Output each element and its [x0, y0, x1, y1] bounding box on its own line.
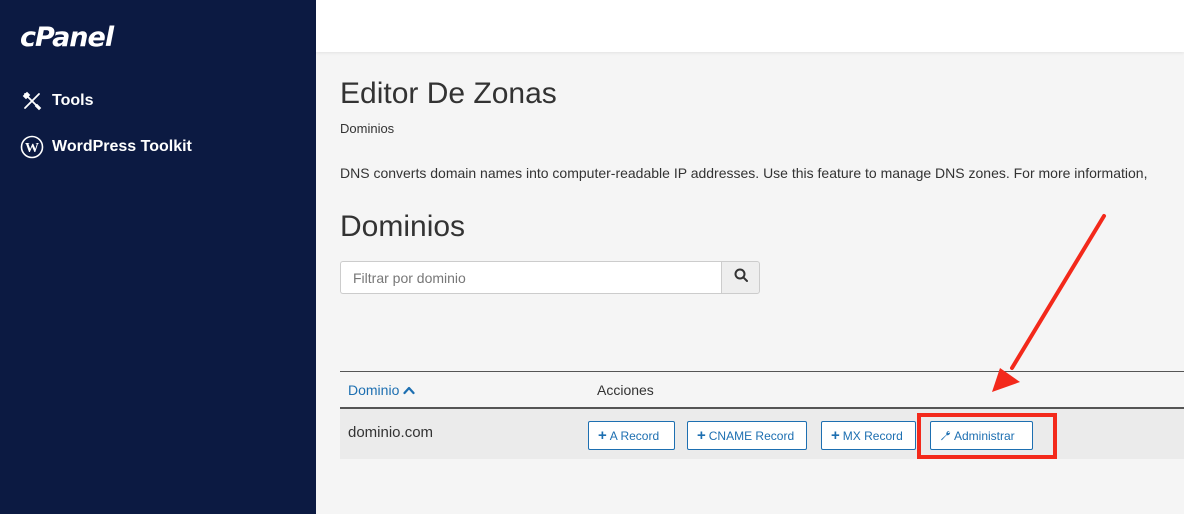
sidebar-item-label: WordPress Toolkit — [52, 138, 192, 155]
plus-icon: + — [598, 427, 607, 444]
domain-column-header[interactable]: Dominio — [348, 382, 415, 398]
wordpress-icon: W — [20, 135, 44, 159]
domain-name: dominio.com — [348, 424, 434, 441]
button-label: Administrar — [954, 428, 1015, 443]
search-button[interactable] — [721, 261, 760, 294]
domain-filter — [340, 261, 760, 294]
search-icon — [734, 268, 748, 287]
button-label: MX Record — [842, 428, 903, 443]
table-row: dominio.com + A Record + CNAME Record + … — [340, 409, 1184, 459]
sort-ascending-icon — [403, 386, 415, 395]
sidebar: cPanel Tools W WordPress Toolkit — [0, 0, 316, 514]
svg-text:W: W — [25, 141, 39, 156]
plus-icon: + — [697, 427, 706, 444]
breadcrumb: Dominios — [340, 121, 395, 136]
wrench-icon — [941, 431, 951, 441]
add-a-record-button[interactable]: + A Record — [588, 421, 675, 450]
tools-icon — [20, 89, 44, 113]
search-input[interactable] — [340, 261, 721, 294]
page-description: DNS converts domain names into computer-… — [340, 165, 1148, 181]
page-title: Editor De Zonas — [340, 77, 557, 110]
domains-table: Dominio Acciones dominio.com + A Record … — [340, 371, 1184, 459]
domain-header-label: Dominio — [348, 382, 400, 398]
plus-icon: + — [831, 427, 840, 444]
main-content: Editor De Zonas Dominios DNS converts do… — [340, 0, 1184, 514]
sidebar-item-wordpress-toolkit[interactable]: W WordPress Toolkit — [20, 135, 192, 159]
button-label: CNAME Record — [708, 428, 795, 443]
section-title: Dominios — [340, 210, 466, 243]
add-cname-record-button[interactable]: + CNAME Record — [687, 421, 807, 450]
sidebar-item-label: Tools — [52, 92, 94, 109]
add-mx-record-button[interactable]: + MX Record — [821, 421, 916, 450]
button-label: A Record — [609, 428, 660, 443]
manage-button[interactable]: Administrar — [930, 421, 1033, 450]
sidebar-item-tools[interactable]: Tools — [20, 89, 93, 113]
actions-column-header: Acciones — [597, 382, 654, 398]
table-header: Dominio Acciones — [340, 371, 1184, 409]
cpanel-logo[interactable]: cPanel — [20, 22, 114, 53]
